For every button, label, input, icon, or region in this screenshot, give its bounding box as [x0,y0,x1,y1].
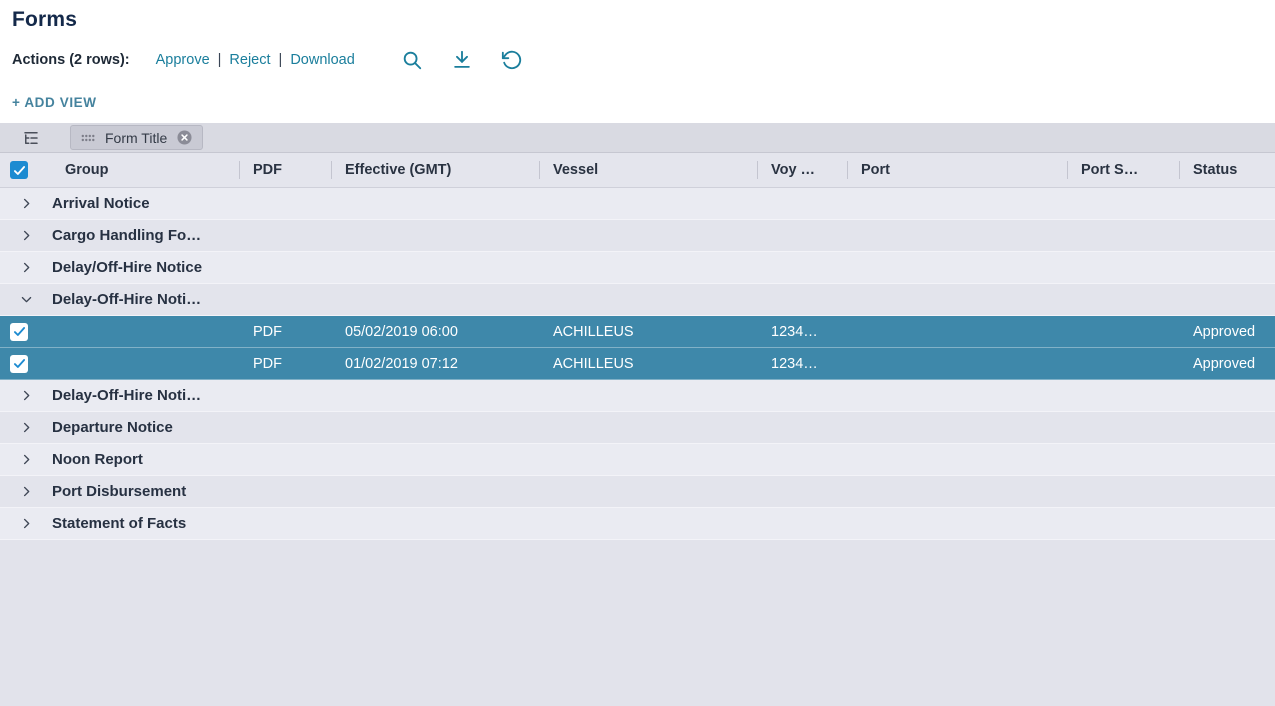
grouping-icon[interactable] [22,129,40,147]
effective-cell: 01/02/2019 07:12 [332,356,540,372]
row-check-cell [0,355,52,373]
remove-group-icon[interactable] [177,130,192,145]
actions-label: Actions (2 rows): [12,52,130,68]
group-row[interactable]: Delay-Off-Hire Noti… [0,284,1275,316]
row-checkbox[interactable] [10,323,28,341]
page-title: Forms [12,8,1275,32]
chevron-right-icon[interactable] [0,260,52,275]
action-icons [401,49,523,71]
group-row[interactable]: Noon Report [0,444,1275,476]
group-label: Cargo Handling Fo… [52,227,1275,244]
download-action-link[interactable]: Download [290,52,355,68]
group-row[interactable]: Cargo Handling Fo… [0,220,1275,252]
approve-action-link[interactable]: Approve [156,52,210,68]
select-all-cell [0,153,52,187]
row-checkbox[interactable] [10,355,28,373]
row-check-cell [0,323,52,341]
chevron-right-icon[interactable] [0,196,52,211]
group-row[interactable]: Delay-Off-Hire Noti… [0,380,1275,412]
group-row[interactable]: Departure Notice [0,412,1275,444]
reject-action-link[interactable]: Reject [229,52,270,68]
vessel-cell: ACHILLEUS [540,324,758,340]
status-cell: Approved [1180,324,1275,340]
group-label: Delay/Off-Hire Notice [52,259,1275,276]
group-row[interactable]: Statement of Facts [0,508,1275,540]
select-all-checkbox[interactable] [10,161,28,179]
drag-handle-icon[interactable] [81,133,95,143]
group-by-bar: Form Title [0,123,1275,153]
search-icon[interactable] [401,49,423,71]
group-label: Statement of Facts [52,515,1275,532]
pdf-link[interactable]: PDF [240,324,332,340]
column-header-voyage[interactable]: Voy … [758,153,848,187]
column-header-group[interactable]: Group [52,153,240,187]
actions-bar: Actions (2 rows): Approve | Reject | Dow… [12,47,1275,73]
group-row[interactable]: Arrival Notice [0,188,1275,220]
status-cell: Approved [1180,356,1275,372]
top-bar: Forms Actions (2 rows): Approve | Reject… [0,0,1275,123]
group-row[interactable]: Port Disbursement [0,476,1275,508]
chevron-down-icon[interactable] [0,292,52,307]
forms-grid: Form Title Group PDF Effective (GMT) Ves… [0,123,1275,706]
chevron-right-icon[interactable] [0,228,52,243]
column-header-port[interactable]: Port [848,153,1068,187]
group-row[interactable]: Delay/Off-Hire Notice [0,252,1275,284]
group-label: Port Disbursement [52,483,1275,500]
separator: | [218,52,222,68]
undo-icon[interactable] [501,49,523,71]
download-icon[interactable] [451,49,473,71]
group-label: Arrival Notice [52,195,1275,212]
column-header-pdf[interactable]: PDF [240,153,332,187]
separator: | [279,52,283,68]
effective-cell: 05/02/2019 06:00 [332,324,540,340]
table-row[interactable]: PDF01/02/2019 07:12ACHILLEUS1234… Approve… [0,348,1275,380]
chevron-right-icon[interactable] [0,452,52,467]
vessel-cell: ACHILLEUS [540,356,758,372]
chevron-right-icon[interactable] [0,420,52,435]
column-header-effective[interactable]: Effective (GMT) [332,153,540,187]
group-label: Departure Notice [52,419,1275,436]
voyage-cell: 1234… [758,324,848,340]
table-header: Group PDF Effective (GMT) Vessel Voy … P… [0,153,1275,188]
voyage-cell: 1234… [758,356,848,372]
chevron-right-icon[interactable] [0,484,52,499]
add-view-button[interactable]: + ADD VIEW [12,95,97,110]
group-label: Delay-Off-Hire Noti… [52,387,1275,404]
table-row[interactable]: PDF05/02/2019 06:00ACHILLEUS1234… Approve… [0,316,1275,348]
chevron-right-icon[interactable] [0,516,52,531]
group-chip-form-title[interactable]: Form Title [70,125,203,150]
group-chip-label: Form Title [105,130,167,146]
group-label: Delay-Off-Hire Noti… [52,291,1275,308]
column-header-port-state[interactable]: Port S… [1068,153,1180,187]
group-label: Noon Report [52,451,1275,468]
column-header-vessel[interactable]: Vessel [540,153,758,187]
table-body: Arrival Notice Cargo Handling Fo… Delay/Of… [0,188,1275,540]
chevron-right-icon[interactable] [0,388,52,403]
pdf-link[interactable]: PDF [240,356,332,372]
column-header-status[interactable]: Status [1180,153,1275,187]
